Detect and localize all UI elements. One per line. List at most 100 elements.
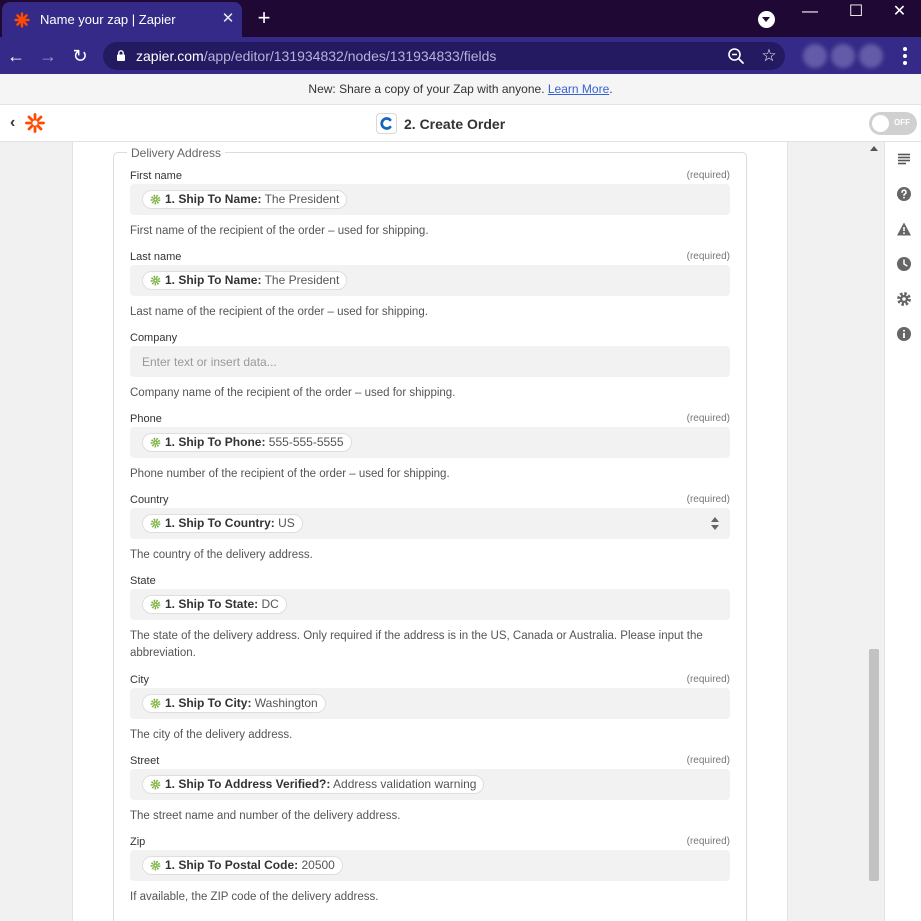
section-title: Delivery Address: [127, 146, 226, 160]
zapier-logo-icon[interactable]: [25, 113, 45, 133]
url-host: zapier.com: [136, 48, 204, 64]
data-pill[interactable]: 1. Ship To Name: The President: [142, 271, 348, 290]
required-badge: (required): [686, 251, 730, 262]
data-pill[interactable]: 1. Ship To City: Washington: [142, 694, 326, 713]
editor-workspace: Delivery Address First name (required) 1…: [0, 142, 921, 921]
minimize-icon[interactable]: —: [787, 0, 833, 30]
browser-tab[interactable]: Name your zap | Zapier ✕: [2, 2, 242, 37]
close-window-icon[interactable]: ✕: [878, 0, 921, 30]
gear-icon: [150, 779, 161, 790]
url-path: /app/editor/131934832/nodes/131934833/fi…: [203, 48, 497, 64]
step-fields-panel: Delivery Address First name (required) 1…: [72, 142, 788, 921]
extension-avatars[interactable]: [803, 44, 889, 68]
required-badge: (required): [686, 755, 730, 766]
scroll-up-arrow-icon[interactable]: [870, 146, 878, 151]
data-pill[interactable]: 1. Ship To Postal Code: 20500: [142, 856, 343, 875]
data-pill[interactable]: 1. Ship To State: DC: [142, 595, 287, 614]
field-help-text: First name of the recipient of the order…: [130, 225, 429, 237]
required-badge: (required): [686, 413, 730, 424]
pill-value: 555-555-5555: [268, 435, 344, 449]
tab-search-icon[interactable]: [758, 11, 775, 28]
data-pill[interactable]: 1. Ship To Address Verified?: Address va…: [142, 775, 485, 794]
zapier-favicon-icon: [14, 12, 30, 28]
settings-icon[interactable]: [896, 291, 912, 307]
country-select[interactable]: 1. Ship To Country: US: [130, 508, 730, 539]
field-help-text: If available, the ZIP code of the delive…: [130, 891, 379, 903]
clock-icon[interactable]: [896, 256, 912, 272]
learn-more-link[interactable]: Learn More: [548, 82, 609, 96]
phone-input[interactable]: 1. Ship To Phone: 555-555-5555: [130, 427, 730, 458]
field-label: Street: [130, 755, 160, 767]
field-label: First name: [130, 170, 182, 182]
city-input[interactable]: 1. Ship To City: Washington: [130, 688, 730, 719]
last-name-input[interactable]: 1. Ship To Name: The President: [130, 265, 730, 296]
toggle-label: OFF: [894, 118, 910, 127]
field-label: Zip: [130, 836, 146, 848]
forward-icon[interactable]: →: [37, 45, 59, 67]
back-icon[interactable]: ←: [5, 45, 27, 67]
info-icon[interactable]: [896, 326, 912, 342]
gear-icon: [150, 599, 161, 610]
street-input[interactable]: 1. Ship To Address Verified?: Address va…: [130, 769, 730, 800]
required-badge: (required): [686, 494, 730, 505]
pill-key: 1. Ship To State:: [165, 597, 259, 611]
field-help-text: Last name of the recipient of the order …: [130, 306, 428, 318]
new-tab-icon[interactable]: +: [254, 7, 274, 29]
gear-icon: [150, 437, 161, 448]
gear-icon: [150, 275, 161, 286]
company-input[interactable]: Enter text or insert data...: [130, 346, 730, 377]
app-c-icon: [376, 113, 397, 134]
banner-period: .: [609, 82, 613, 96]
field-label: State: [130, 575, 156, 587]
pill-key: 1. Ship To Postal Code:: [165, 858, 299, 872]
browser-tab-strip: Name your zap | Zapier ✕ + — ☐ ✕: [0, 0, 921, 37]
address-bar[interactable]: zapier.com/app/editor/131934832/nodes/13…: [103, 42, 785, 70]
field-help-text: Phone number of the recipient of the ord…: [130, 468, 450, 480]
bookmark-star-icon[interactable]: ☆: [759, 46, 779, 66]
field-help-text: Company name of the recipient of the ord…: [130, 387, 456, 399]
banner-text: New: Share a copy of your Zap with anyon…: [308, 82, 548, 96]
data-pill[interactable]: 1. Ship To Country: US: [142, 514, 303, 533]
data-pill[interactable]: 1. Ship To Name: The President: [142, 190, 348, 209]
zip-input[interactable]: 1. Ship To Postal Code: 20500: [130, 850, 730, 881]
data-pill[interactable]: 1. Ship To Phone: 555-555-5555: [142, 433, 352, 452]
pill-value: 20500: [301, 858, 335, 872]
back-chevron-icon[interactable]: ‹: [10, 115, 22, 131]
pill-key: 1. Ship To Address Verified?:: [165, 777, 331, 791]
maximize-icon[interactable]: ☐: [833, 0, 879, 30]
warning-icon[interactable]: [896, 221, 912, 237]
browser-menu-icon[interactable]: [898, 46, 912, 66]
gear-icon: [150, 698, 161, 709]
pill-key: 1. Ship To Phone:: [165, 435, 266, 449]
gear-icon: [150, 518, 161, 529]
share-banner: New: Share a copy of your Zap with anyon…: [0, 74, 921, 105]
scrollbar-thumb[interactable]: [869, 649, 879, 881]
gear-icon: [150, 860, 161, 871]
field-help-text: The country of the delivery address.: [130, 549, 313, 561]
url-text[interactable]: zapier.com/app/editor/131934832/nodes/13…: [136, 48, 496, 64]
required-badge: (required): [686, 836, 730, 847]
zap-on-off-toggle[interactable]: OFF: [869, 112, 917, 135]
browser-toolbar: ← → ↻ zapier.com/app/editor/131934832/no…: [0, 37, 921, 74]
right-sidebar: [884, 142, 921, 921]
first-name-input[interactable]: 1. Ship To Name: The President: [130, 184, 730, 215]
list-icon[interactable]: [896, 151, 912, 167]
field-help-text: The state of the delivery address. Only …: [130, 630, 703, 659]
pill-key: 1. Ship To Name:: [165, 192, 262, 206]
input-placeholder: Enter text or insert data...: [142, 355, 277, 369]
state-input[interactable]: 1. Ship To State: DC: [130, 589, 730, 620]
field-label: Phone: [130, 413, 162, 425]
tab-title: Name your zap | Zapier: [40, 12, 176, 27]
select-arrows-icon[interactable]: [711, 517, 719, 530]
step-title: 2. Create Order: [404, 116, 506, 132]
zoom-out-icon[interactable]: [727, 47, 745, 65]
pill-value: The President: [264, 273, 340, 287]
tab-close-icon[interactable]: ✕: [220, 11, 236, 27]
field-label: Company: [130, 332, 178, 344]
pill-value: Address validation warning: [333, 777, 477, 791]
toggle-knob: [872, 115, 889, 132]
help-icon[interactable]: [896, 186, 912, 202]
scrollbar[interactable]: [866, 142, 882, 921]
reload-icon[interactable]: ↻: [69, 45, 91, 67]
field-label: City: [130, 674, 149, 686]
